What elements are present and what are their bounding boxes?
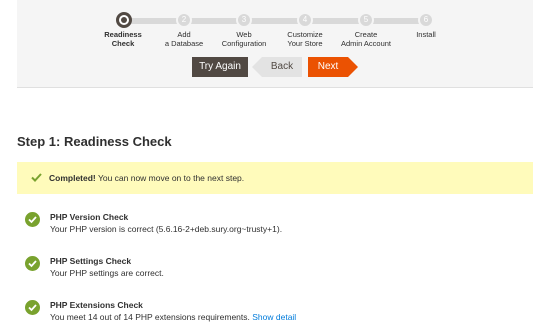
page-title: Step 1: Readiness Check — [17, 134, 172, 149]
step-label-line2: Admin Account — [340, 39, 392, 48]
success-message: Completed! You can now move on to the ne… — [17, 162, 533, 194]
check-title: PHP Settings Check — [50, 256, 132, 266]
check-circle-icon — [25, 256, 40, 271]
step-1-indicator — [116, 12, 132, 28]
check-description: You meet 14 out of 14 PHP extensions req… — [50, 312, 296, 322]
check-title: PHP Version Check — [50, 212, 129, 222]
progress-track — [122, 18, 426, 24]
step-6-indicator: 6 — [418, 12, 434, 28]
message-strong: Completed! — [49, 173, 96, 183]
check-description: Your PHP settings are correct. — [50, 268, 164, 278]
try-again-button[interactable]: Try Again — [192, 57, 248, 77]
show-detail-link[interactable]: Show detail — [252, 312, 296, 322]
check-circle-icon — [25, 212, 40, 227]
next-button[interactable]: Next — [308, 57, 358, 77]
step-5-indicator: 5 — [358, 12, 374, 28]
check-title: PHP Extensions Check — [50, 300, 143, 310]
back-button[interactable]: Back — [252, 57, 302, 77]
check-description-text: You meet 14 out of 14 PHP extensions req… — [50, 312, 250, 322]
step-3-indicator: 3 — [236, 12, 252, 28]
check-description: Your PHP version is correct (5.6.16-2+de… — [50, 224, 283, 234]
step-6-label: Install — [386, 30, 466, 39]
message-text: You can now move on to the next step. — [95, 173, 245, 183]
step-label-line1: Install — [416, 30, 436, 39]
check-circle-icon — [25, 300, 40, 315]
step-4-indicator: 4 — [297, 12, 313, 28]
step-2-indicator: 2 — [176, 12, 192, 28]
checkmark-icon — [31, 173, 42, 182]
